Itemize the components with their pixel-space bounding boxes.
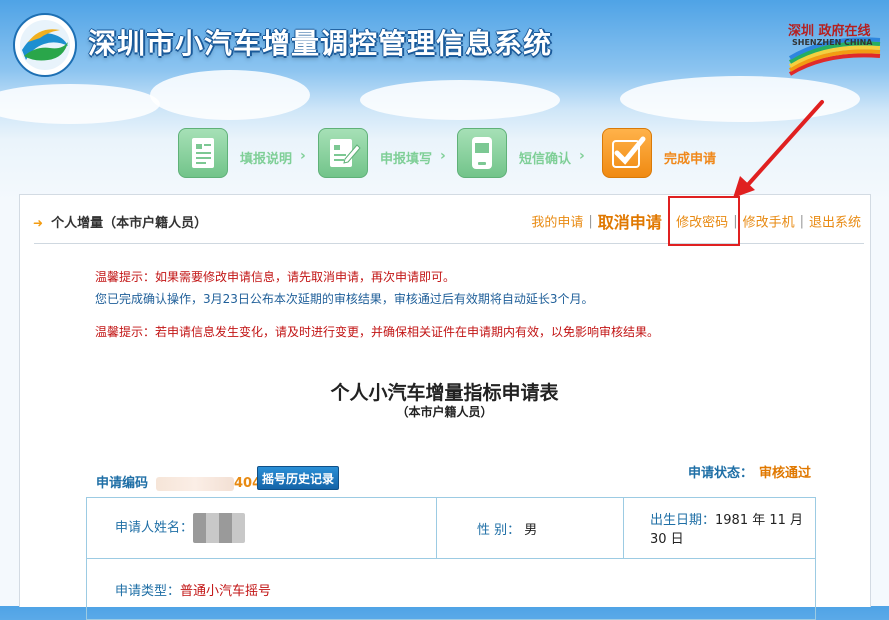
cloud-decoration — [0, 84, 160, 124]
form-subtitle: （本市户籍人员） — [396, 405, 493, 419]
change-phone-link[interactable]: 修改手机 — [743, 216, 795, 231]
tip-confirmed: 您已完成确认操作，3月23日公布本次延期的审核结果，审核通过后有效期将自动延长3… — [95, 292, 594, 306]
tip-modify: 温馨提示：如果需要修改申请信息，请先取消申请，再次申请即可。 — [95, 270, 456, 284]
step-label: 申报填写 — [380, 152, 433, 167]
system-logo-icon — [13, 13, 77, 77]
pen-form-icon — [318, 128, 368, 178]
step-label: 完成申请 — [664, 152, 717, 167]
form-title: 个人小汽车增量指标申请表 — [330, 382, 559, 404]
lottery-history-button[interactable]: 摇号历史记录 — [257, 466, 339, 490]
redacted-number — [156, 476, 235, 491]
nav-separator: | — [799, 213, 804, 229]
highlight-box — [668, 196, 740, 246]
type-value: 普通小汽车摇号 — [180, 583, 272, 599]
document-list-icon — [178, 128, 228, 178]
step-label: 短信确认 — [519, 152, 572, 167]
application-status: 申请状态： 审核通过 — [688, 462, 811, 481]
progress-steps: 填报说明 › 申报填写 › 短信确认 › 完成申请 — [170, 128, 730, 188]
name-cell: 申请人姓名： — [86, 497, 437, 559]
dob-cell: 出生日期：1981 年 11 月 30 日 — [623, 497, 816, 559]
step-label: 填报说明 — [240, 152, 293, 167]
breadcrumb-text: 个人增量（本市户籍人员） — [51, 216, 208, 231]
header: 深圳市小汽车增量调控管理信息系统 深圳 政府在线 SHENZHEN CHINA — [0, 0, 889, 124]
status-badge: 审核通过 — [759, 466, 812, 481]
redacted-name — [193, 513, 246, 543]
table-row: 申请人姓名： 性 别： 男 出生日期：1981 年 11 月 30 日 — [86, 497, 816, 559]
app-no-label: 申请编码 — [96, 476, 149, 491]
name-label: 申请人姓名： — [115, 520, 194, 536]
arrow-bullet-icon: ➜ — [33, 216, 44, 230]
gender-cell: 性 别： 男 — [436, 497, 624, 559]
cloud-decoration — [150, 70, 310, 120]
cloud-decoration — [360, 80, 560, 120]
applicant-info-table: 申请人姓名： 性 别： 男 出生日期：1981 年 11 月 30 日 申请类型… — [86, 497, 816, 620]
system-title: 深圳市小汽车增量调控管理信息系统 — [88, 28, 553, 59]
chevron-right-icon: › — [579, 148, 585, 164]
breadcrumb: ➜ 个人增量（本市户籍人员） — [33, 212, 207, 231]
my-applications-link[interactable]: 我的申请 — [531, 216, 583, 231]
logout-link[interactable]: 退出系统 — [809, 216, 861, 231]
cancel-application-link[interactable]: 取消申请 — [598, 213, 662, 232]
nav-separator: | — [588, 213, 593, 229]
gender-value: 男 — [524, 522, 538, 538]
shenzhen-government-logo: 深圳 政府在线 SHENZHEN CHINA — [786, 18, 882, 76]
city-logo-cn: 深圳 政府在线 — [788, 24, 871, 39]
gender-label: 性 别： — [477, 522, 521, 538]
city-logo-en: SHENZHEN CHINA — [792, 38, 873, 47]
chevron-right-icon: › — [440, 148, 446, 164]
table-row: 申请类型：普通小汽车摇号 — [86, 558, 816, 620]
dob-label: 出生日期： — [650, 513, 716, 528]
phone-icon — [457, 128, 507, 178]
status-label: 申请状态： — [688, 466, 754, 481]
check-mark-icon — [602, 128, 652, 178]
type-label: 申请类型： — [115, 583, 181, 599]
cloud-decoration — [620, 76, 860, 122]
type-cell: 申请类型：普通小汽车摇号 — [86, 558, 816, 620]
chevron-right-icon: › — [300, 148, 306, 164]
application-number: 申请编码 404 — [96, 472, 261, 491]
tip-change: 温馨提示：若申请信息发生变化，请及时进行变更，并确保相关证件在申请期内有效，以免… — [95, 325, 660, 339]
